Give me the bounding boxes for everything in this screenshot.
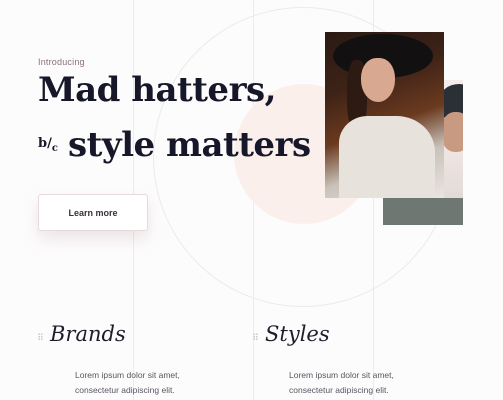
feature-text-line: Lorem ipsum dolor sit amet,	[289, 370, 394, 380]
jacket-shape	[383, 198, 463, 225]
feature-text-line: consectetur adipiscing elit.	[289, 385, 389, 395]
feature-text-line: Lorem ipsum dolor sit amet,	[75, 370, 180, 380]
face-shape	[361, 58, 395, 102]
dots-icon	[38, 333, 43, 340]
learn-more-button[interactable]: Learn more	[38, 194, 148, 231]
bc-mark: b/c	[38, 136, 58, 154]
feature-text-styles: Lorem ipsum dolor sit amet, consectetur …	[289, 368, 394, 398]
feature-title-styles: Styles	[265, 322, 330, 346]
feature-text-brands: Lorem ipsum dolor sit amet, consectetur …	[75, 368, 180, 398]
feature-title-brands: Brands	[50, 322, 126, 346]
woman-in-hat-photo	[325, 32, 444, 198]
bc-top: b	[38, 136, 48, 151]
intro-label: Introducing	[38, 57, 85, 67]
headline-line-1: Mad hatters,	[38, 70, 276, 110]
face-shape	[441, 112, 463, 152]
sweater-shape	[339, 116, 435, 198]
bc-bottom: c	[51, 143, 58, 154]
headline-line-2: style matters	[68, 125, 311, 165]
feature-text-line: consectetur adipiscing elit.	[75, 385, 175, 395]
dots-icon	[253, 333, 258, 340]
